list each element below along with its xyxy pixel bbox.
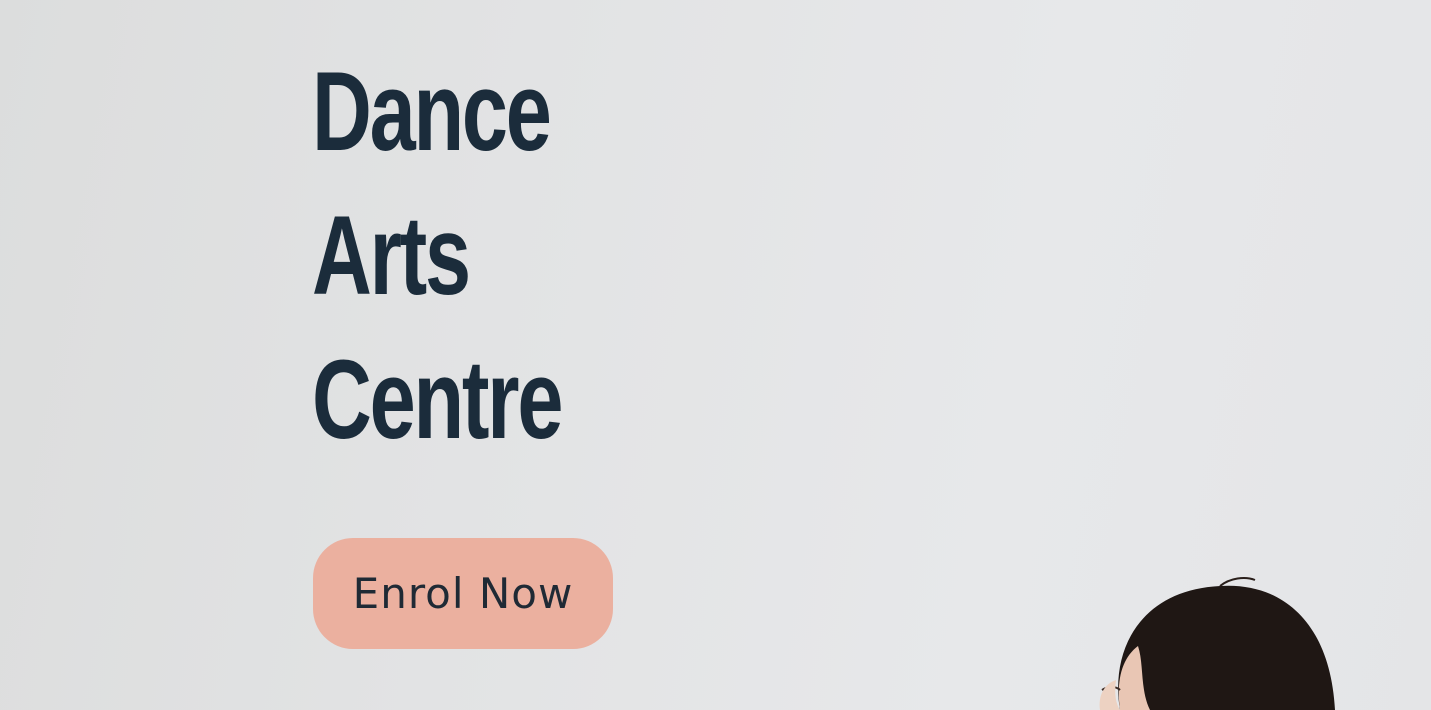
dancer-photo <box>1080 560 1380 710</box>
hero-section: Dance Arts Centre Enrol Now <box>0 0 1431 710</box>
hero-title-line-2: Arts <box>312 193 471 318</box>
hero-title-line-3: Centre <box>312 337 563 462</box>
hero-title-line-1: Dance <box>312 49 552 174</box>
enrol-now-button[interactable]: Enrol Now <box>313 538 613 649</box>
hero-title: Dance Arts Centre <box>312 40 608 472</box>
dancer-head-image <box>1099 577 1335 710</box>
